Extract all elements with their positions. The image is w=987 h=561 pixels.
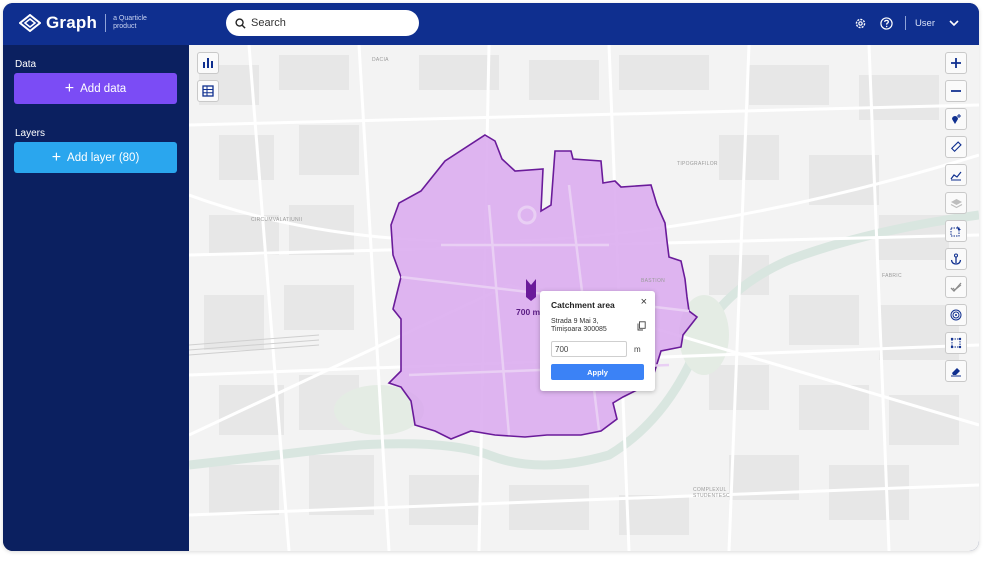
zoom-in-icon <box>951 58 961 68</box>
popup-title: Catchment area <box>551 300 615 310</box>
add-layer-button[interactable]: + Add layer (80) <box>14 142 177 173</box>
map-canvas[interactable]: 700 m DACIA CIRCUMVALATIUNII TIPOGRAFILO… <box>189 45 979 551</box>
header-actions: User <box>843 15 959 31</box>
check-icon <box>950 282 962 292</box>
logo[interactable]: Graph a Quarticle product <box>19 13 155 33</box>
anchor-button[interactable] <box>945 248 967 270</box>
copy-icon[interactable] <box>637 321 646 331</box>
line-chart-icon <box>950 171 962 181</box>
radius-input[interactable] <box>551 341 627 357</box>
target-icon <box>950 309 962 321</box>
top-bar: Graph a Quarticle product Search User <box>3 3 979 45</box>
logo-divider <box>105 14 107 32</box>
table-icon <box>202 85 214 97</box>
chart-icon <box>203 58 213 68</box>
layers-section-title: Layers <box>15 128 46 139</box>
header-divider <box>904 16 906 30</box>
layers-button[interactable] <box>945 192 967 214</box>
add-data-label: Add data <box>80 82 127 95</box>
popup-address-line1: Strada 9 Mai 3, <box>551 318 599 325</box>
eraser-icon <box>951 368 961 377</box>
add-pin-icon <box>952 114 961 124</box>
layers-icon <box>950 199 962 209</box>
line-chart-button[interactable] <box>945 164 967 186</box>
select-area-icon <box>950 226 961 237</box>
search-input[interactable] <box>251 17 401 29</box>
data-section-title: Data <box>15 59 37 70</box>
catchment-popup: Catchment area × Strada 9 Mai 3, Timișoa… <box>540 291 655 391</box>
map-label: COMPLEXUL STUDENTESC <box>693 487 730 499</box>
map-label: BASTION <box>641 278 666 284</box>
plus-icon: + <box>51 148 62 166</box>
map-label: TIPOGRAFILOR <box>677 161 718 167</box>
check-button[interactable] <box>945 276 967 298</box>
table-button[interactable] <box>197 80 219 102</box>
map-label: CIRCUMVALATIUNII <box>251 217 303 223</box>
search-icon <box>235 17 246 29</box>
add-pin-button[interactable] <box>945 108 967 130</box>
sidebar: Data + Add data Layers + Add layer (80) <box>3 45 189 551</box>
target-button[interactable] <box>945 304 967 326</box>
map-label: FABRIC <box>882 273 902 279</box>
chart-button[interactable] <box>197 52 219 74</box>
help-icon[interactable] <box>879 15 895 31</box>
catchment-area-polygon <box>387 134 699 440</box>
zoom-out-button[interactable] <box>945 80 967 102</box>
plus-icon: + <box>64 79 75 97</box>
graph-logo-icon <box>19 14 41 32</box>
pin-distance-label: 700 m <box>516 307 541 317</box>
apply-button[interactable]: Apply <box>551 364 644 380</box>
chevron-down-icon[interactable] <box>949 19 959 27</box>
ruler-icon <box>950 141 962 153</box>
add-data-button[interactable]: + Add data <box>14 73 177 104</box>
app-window: Graph a Quarticle product Search User Da… <box>3 3 979 551</box>
add-layer-label: Add layer (80) <box>67 151 140 164</box>
user-menu-label[interactable]: User <box>915 18 935 29</box>
radius-unit: m <box>634 345 641 354</box>
brand-tagline: a Quarticle product <box>113 15 147 30</box>
polygon-icon <box>950 337 962 349</box>
zoom-in-button[interactable] <box>945 52 967 74</box>
brand-name: Graph <box>46 13 98 32</box>
zoom-out-icon <box>951 90 961 92</box>
search-box[interactable] <box>226 10 419 36</box>
polygon-button[interactable] <box>945 332 967 354</box>
popup-address-line2: Timișoara 300085 <box>551 326 607 333</box>
select-area-button[interactable] <box>945 220 967 242</box>
map-label: DACIA <box>372 57 389 63</box>
eraser-button[interactable] <box>945 360 967 382</box>
gear-icon[interactable] <box>853 15 869 31</box>
close-icon[interactable]: × <box>641 296 647 308</box>
ruler-button[interactable] <box>945 136 967 158</box>
anchor-icon <box>950 253 962 265</box>
